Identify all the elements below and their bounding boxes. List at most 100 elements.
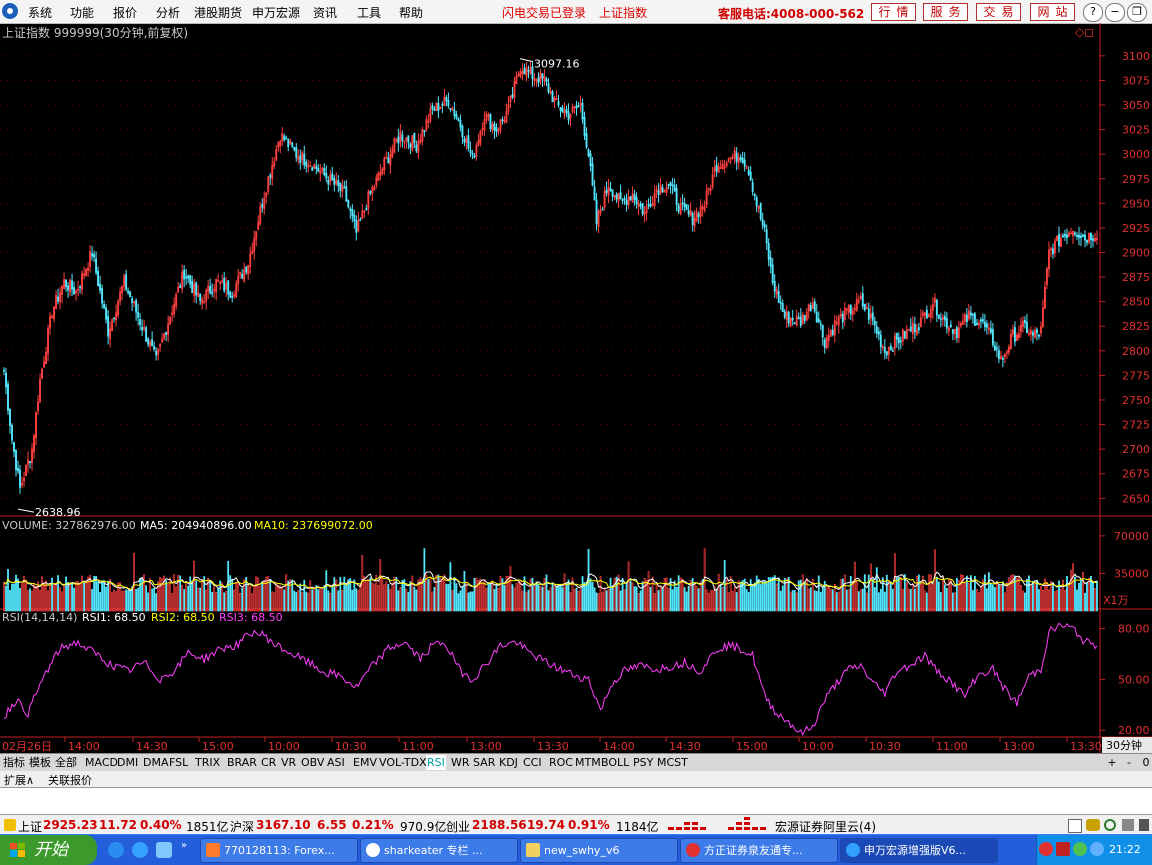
tab-wr[interactable]: WR bbox=[450, 755, 471, 770]
website-button[interactable]: 网站 bbox=[1030, 3, 1075, 21]
candle-body bbox=[311, 167, 314, 171]
lock-icon[interactable] bbox=[1086, 819, 1100, 831]
candle-body bbox=[937, 314, 940, 319]
tab-asi[interactable]: ASI bbox=[326, 755, 346, 770]
tab-kdj[interactable]: KDJ bbox=[498, 755, 519, 770]
related-quote-tab[interactable]: 关联报价 bbox=[48, 772, 92, 788]
volume-bar bbox=[925, 592, 928, 612]
volume-bar bbox=[693, 582, 696, 612]
tab-emv[interactable]: EMV bbox=[352, 755, 378, 770]
volume-bar bbox=[647, 571, 650, 612]
volume-bar bbox=[515, 583, 518, 612]
volume-bar bbox=[385, 581, 388, 612]
task-sharkeater[interactable]: sharkeater 专栏 ... bbox=[360, 838, 518, 863]
volume-bar bbox=[53, 583, 55, 612]
tab-trix[interactable]: TRIX bbox=[194, 755, 221, 770]
tab-mcst[interactable]: MCST bbox=[656, 755, 689, 770]
candle-body bbox=[557, 101, 560, 106]
quote-button[interactable]: 行情 bbox=[871, 3, 916, 21]
candle-body bbox=[73, 287, 76, 295]
menu-help[interactable]: 帮助 bbox=[399, 4, 423, 21]
tab-mtm[interactable]: MTM bbox=[574, 755, 602, 770]
menu-hk-futures[interactable]: 港股期货 bbox=[194, 4, 242, 21]
tab-control-2[interactable]: 0 bbox=[1138, 755, 1152, 770]
service-button[interactable]: 服务 bbox=[923, 3, 968, 21]
tab-vol-tdx[interactable]: VOL-TDX bbox=[378, 755, 428, 770]
index-notice[interactable]: 上证指数 bbox=[599, 4, 647, 21]
rsi3-label: RSI3: 68.50 bbox=[219, 611, 283, 624]
tab-cr[interactable]: CR bbox=[260, 755, 277, 770]
tab-obv[interactable]: OBV bbox=[300, 755, 325, 770]
tab-fsl[interactable]: FSL bbox=[168, 755, 189, 770]
candle-body bbox=[211, 291, 214, 294]
candle-body bbox=[943, 315, 946, 321]
task-swhy[interactable]: 申万宏源增强版V6... bbox=[840, 838, 998, 863]
tab-dma[interactable]: DMA bbox=[142, 755, 170, 770]
tab-指标[interactable]: 指标 bbox=[2, 755, 26, 770]
tab-sar[interactable]: SAR bbox=[472, 755, 496, 770]
ie-icon-2[interactable] bbox=[132, 842, 148, 858]
tools-icon[interactable] bbox=[1122, 819, 1134, 831]
candle-body bbox=[343, 186, 346, 189]
volume-bar bbox=[437, 574, 440, 612]
tray-security-icon[interactable] bbox=[1090, 842, 1104, 856]
trade-button[interactable]: 交易 bbox=[976, 3, 1021, 21]
tab-control-1[interactable]: - bbox=[1121, 755, 1137, 770]
candle-body bbox=[985, 323, 988, 328]
menu-quote[interactable]: 报价 bbox=[113, 4, 137, 21]
task-forex[interactable]: 770128113: Forex... bbox=[200, 838, 358, 863]
candle-body bbox=[867, 308, 870, 320]
panel-toggle-icon[interactable] bbox=[1068, 819, 1082, 833]
more-icon[interactable]: » bbox=[181, 840, 187, 851]
volume-bar bbox=[183, 589, 186, 612]
volume-bar bbox=[573, 588, 576, 612]
tray-ime-icon[interactable] bbox=[1039, 842, 1053, 856]
tab-rsi[interactable]: RSI bbox=[426, 755, 446, 770]
volume-bar bbox=[895, 576, 898, 612]
volume-bar bbox=[1076, 589, 1078, 612]
ie-icon[interactable] bbox=[108, 842, 124, 858]
tab-control-0[interactable]: + bbox=[1104, 755, 1120, 770]
volume-bar bbox=[1022, 590, 1024, 612]
tab-vr[interactable]: VR bbox=[280, 755, 297, 770]
trade-login-notice[interactable]: 闪电交易已登录 bbox=[502, 4, 586, 21]
desktop-icon[interactable] bbox=[156, 842, 172, 858]
tab-dmi[interactable]: DMI bbox=[116, 755, 139, 770]
tab-boll[interactable]: BOLL bbox=[600, 755, 630, 770]
volume-bar bbox=[905, 582, 908, 612]
volume-bar bbox=[415, 589, 418, 612]
menu-function[interactable]: 功能 bbox=[70, 4, 94, 21]
menu-analysis[interactable]: 分析 bbox=[156, 4, 180, 21]
chart-area[interactable]: 上证指数 999999(30分钟,前复权) ◇◻ 2650 2675 2700 2725 2… bbox=[0, 23, 1152, 753]
menu-system[interactable]: 系统 bbox=[28, 4, 52, 21]
candle-body bbox=[291, 142, 294, 147]
tab-模板[interactable]: 模板 bbox=[28, 755, 52, 770]
start-button[interactable]: 开始 bbox=[0, 835, 97, 865]
volume-bar bbox=[599, 575, 602, 612]
tab-brar[interactable]: BRAR bbox=[226, 755, 258, 770]
task-folder[interactable]: new_swhy_v6 bbox=[520, 838, 678, 863]
menu-swhy[interactable]: 申万宏源 bbox=[252, 4, 300, 21]
tab-macd[interactable]: MACD bbox=[84, 755, 119, 770]
settings-icon[interactable] bbox=[1139, 819, 1149, 831]
help-icon[interactable]: ? bbox=[1083, 3, 1103, 22]
tray-app-icon[interactable] bbox=[1056, 842, 1070, 856]
task-fangzheng[interactable]: 方正证券泉友通专... bbox=[680, 838, 838, 863]
tab-cci[interactable]: CCI bbox=[522, 755, 543, 770]
restore-icon[interactable]: ❐ bbox=[1127, 3, 1147, 22]
expand-tab[interactable]: 扩展∧ bbox=[4, 772, 34, 788]
candle-body bbox=[15, 450, 17, 471]
menu-news[interactable]: 资讯 bbox=[313, 4, 337, 21]
candle-body bbox=[687, 210, 690, 215]
tray-sound-icon[interactable] bbox=[1073, 842, 1087, 856]
minimize-icon[interactable]: − bbox=[1105, 3, 1125, 22]
tab-roc[interactable]: ROC bbox=[548, 755, 574, 770]
tab-全部[interactable]: 全部 bbox=[54, 755, 78, 770]
volume-bar bbox=[85, 580, 87, 612]
volume-bar bbox=[197, 587, 200, 612]
period-label: 30分钟 bbox=[1106, 738, 1142, 752]
menu-tools[interactable]: 工具 bbox=[357, 4, 381, 21]
tab-psy[interactable]: PSY bbox=[632, 755, 654, 770]
price-tick-label: 2950 bbox=[1122, 197, 1150, 210]
volume-bar bbox=[579, 587, 582, 612]
